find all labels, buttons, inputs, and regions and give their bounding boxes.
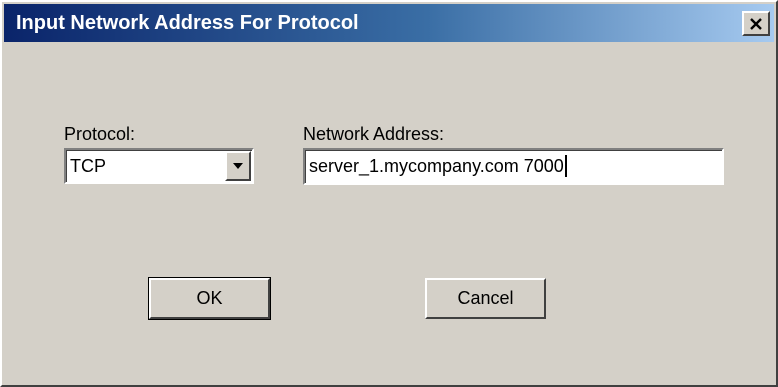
chevron-down-icon bbox=[233, 163, 243, 169]
protocol-label: Protocol: bbox=[64, 124, 136, 144]
dialog-window: Input Network Address For Protocol Proto… bbox=[0, 0, 778, 387]
protocol-selected-value: TCP bbox=[70, 156, 106, 176]
text-caret bbox=[564, 154, 567, 177]
protocol-dropdown-button[interactable] bbox=[225, 151, 251, 181]
title-bar[interactable]: Input Network Address For Protocol bbox=[4, 4, 774, 42]
ok-button[interactable]: OK bbox=[148, 277, 271, 320]
cancel-button[interactable]: Cancel bbox=[425, 278, 546, 319]
network-address-value: server_1.mycompany.com 7000 bbox=[309, 156, 564, 176]
network-address-label: Network Address: bbox=[303, 124, 445, 144]
protocol-select[interactable]: TCP bbox=[64, 148, 254, 184]
close-button[interactable] bbox=[742, 11, 770, 36]
window-title: Input Network Address For Protocol bbox=[16, 12, 359, 34]
network-address-input[interactable]: server_1.mycompany.com 7000 bbox=[303, 148, 724, 185]
close-icon bbox=[750, 17, 762, 30]
